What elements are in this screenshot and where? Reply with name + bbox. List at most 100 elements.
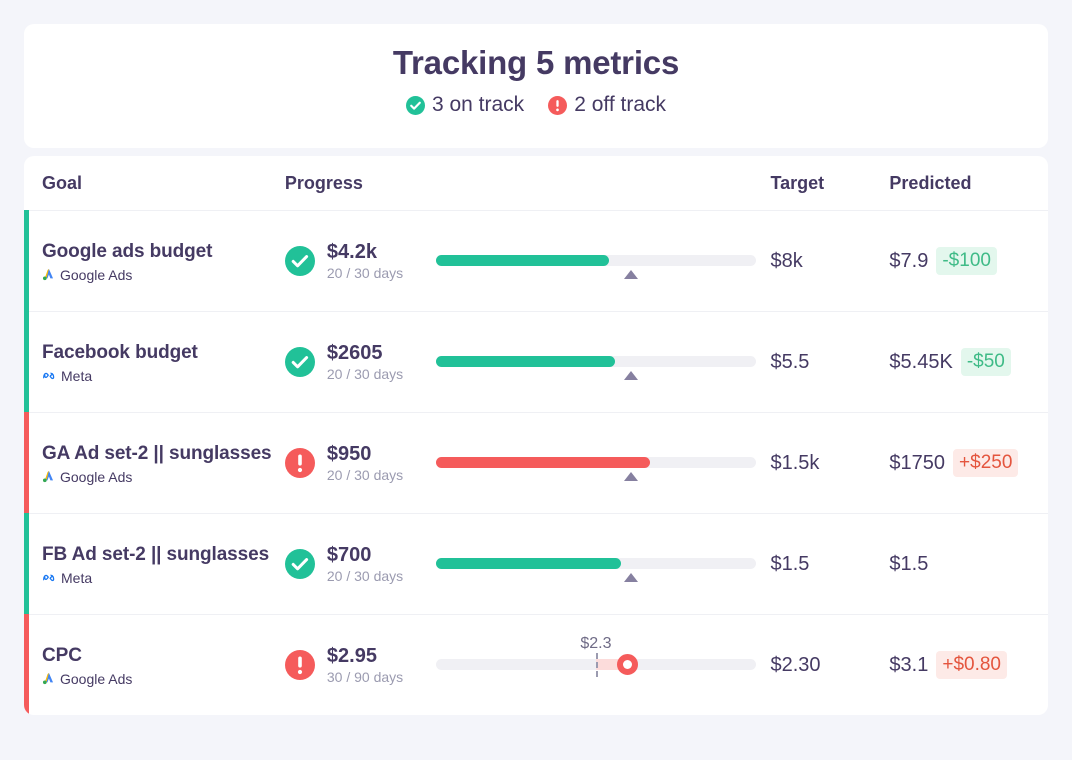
progress-fill: [435, 457, 651, 468]
threshold-label: $2.3: [580, 635, 612, 652]
progress-cell: $950 20 / 30 days: [284, 443, 771, 484]
goal-source-label: Google Ads: [60, 267, 133, 283]
predicted-cell: $1750 +$250: [889, 449, 1048, 477]
predicted-cell: $3.1 +$0.80: [889, 651, 1048, 679]
goal-name[interactable]: Facebook budget: [42, 340, 275, 365]
predicted-value: $7.9: [889, 249, 929, 272]
amount-block: $950 20 / 30 days: [327, 443, 427, 484]
predicted-value: $5.45K: [889, 350, 953, 373]
meta-icon: [42, 368, 57, 384]
google-ads-icon: [42, 267, 56, 284]
amount-block: $4.2k 20 / 30 days: [327, 241, 427, 282]
current-amount: $2605: [326, 341, 383, 364]
progress-bar[interactable]: $2.3: [435, 635, 771, 685]
goal-cell: FB Ad set-2 || sunglasses Meta: [42, 542, 285, 586]
off-track-chip: 2 off track: [548, 93, 666, 117]
predicted-cell: $1.5: [889, 553, 1048, 576]
on-track-label: 3 on track: [431, 93, 525, 116]
predicted-value: $3.1: [889, 653, 929, 676]
table-header-row: Goal Progress Target Predicted: [24, 156, 1048, 210]
progress-cell: $2605 20 / 30 days: [284, 342, 771, 383]
current-amount: $950: [326, 442, 372, 465]
goal-cell: GA Ad set-2 || sunglasses Google Ads: [42, 441, 285, 486]
summary-status-row: 3 on track 2 off track: [24, 93, 1048, 117]
progress-bar[interactable]: [435, 544, 771, 584]
delta-badge: -$100: [936, 247, 997, 275]
progress-fill: [435, 558, 622, 569]
check-circle-icon: [405, 95, 425, 115]
table-row[interactable]: GA Ad set-2 || sunglasses Google Ads $950 2…: [24, 412, 1048, 513]
progress-fill: [435, 356, 616, 367]
progress-target-marker: [624, 270, 639, 279]
check-circle-icon: [284, 246, 315, 276]
dashboard-page: Tracking 5 metrics 3 on track 2 off trac…: [0, 0, 1072, 760]
column-header-progress: Progress: [284, 172, 363, 193]
days-elapsed: 20 / 30 days: [326, 567, 404, 584]
amount-block: $2605 20 / 30 days: [327, 342, 427, 383]
days-elapsed: 20 / 30 days: [326, 466, 404, 483]
progress-bar[interactable]: [435, 342, 771, 382]
target-value: $2.30: [770, 653, 821, 676]
row-status-accent: [24, 311, 29, 412]
goal-name[interactable]: GA Ad set-2 || sunglasses: [42, 441, 275, 466]
progress-bar[interactable]: [435, 443, 771, 483]
days-elapsed: 30 / 90 days: [326, 668, 404, 685]
progress-fill: [435, 255, 609, 266]
delta-badge: -$50: [960, 348, 1011, 376]
goal-name[interactable]: CPC: [42, 643, 275, 668]
alert-circle-icon: [284, 650, 315, 680]
goal-name[interactable]: FB Ad set-2 || sunglasses: [42, 542, 275, 567]
target-value: $1.5: [770, 552, 810, 575]
check-circle-icon: [284, 347, 315, 377]
goal-source: Meta: [42, 570, 275, 586]
metrics-table: Goal Progress Target Predicted Google ad…: [24, 156, 1048, 715]
progress-cell: $700 20 / 30 days: [284, 544, 771, 585]
table-row[interactable]: Google ads budget Google Ads $4.2k 20 / 30 …: [24, 210, 1048, 311]
amount-block: $2.95 30 / 90 days: [327, 645, 427, 686]
on-track-chip: 3 on track: [405, 93, 525, 117]
progress-target-marker: [624, 573, 639, 582]
goal-source-label: Meta: [61, 570, 93, 586]
goal-source: Google Ads: [42, 671, 275, 688]
goal-cell: CPC Google Ads: [42, 643, 285, 688]
off-track-label: 2 off track: [574, 93, 667, 116]
page-title: Tracking 5 metrics: [392, 44, 680, 81]
target-value: $5.5: [770, 350, 810, 373]
progress-dot-marker[interactable]: [617, 654, 639, 675]
progress-target-marker: [624, 371, 639, 380]
goal-source: Google Ads: [42, 267, 275, 284]
summary-card: Tracking 5 metrics 3 on track 2 off trac…: [24, 24, 1048, 148]
goal-source: Meta: [42, 368, 275, 384]
goal-source-label: Google Ads: [60, 469, 133, 485]
delta-badge: +$250: [953, 449, 1019, 477]
table-row[interactable]: CPC Google Ads $2.95 30 / 90 days $2.3 $2.30 $…: [24, 614, 1048, 715]
predicted-cell: $7.9 -$100: [889, 247, 1048, 275]
goal-name[interactable]: Google ads budget: [42, 239, 275, 264]
check-circle-icon: [284, 549, 315, 579]
threshold-line: [595, 653, 598, 677]
current-amount: $2.95: [326, 644, 377, 667]
predicted-value: $1.5: [889, 552, 929, 575]
table-row[interactable]: FB Ad set-2 || sunglasses Meta $700 20 / 30…: [24, 513, 1048, 614]
predicted-cell: $5.45K -$50: [889, 348, 1048, 376]
google-ads-icon: [42, 469, 56, 486]
current-amount: $700: [326, 543, 372, 566]
goal-cell: Google ads budget Google Ads: [42, 239, 285, 284]
days-elapsed: 20 / 30 days: [326, 264, 404, 281]
google-ads-icon: [42, 671, 56, 688]
alert-circle-icon: [548, 95, 568, 115]
progress-target-marker: [624, 472, 639, 481]
goal-source: Google Ads: [42, 469, 275, 486]
amount-block: $700 20 / 30 days: [327, 544, 427, 585]
column-header-target: Target: [770, 172, 825, 193]
row-status-accent: [24, 210, 29, 311]
progress-cell: $4.2k 20 / 30 days: [284, 241, 771, 282]
table-row[interactable]: Facebook budget Meta $2605 20 / 30 days $5.5…: [24, 311, 1048, 412]
row-status-accent: [24, 513, 29, 614]
row-status-accent: [24, 614, 29, 715]
progress-bar[interactable]: [435, 241, 771, 281]
column-header-goal: Goal: [42, 172, 83, 193]
days-elapsed: 20 / 30 days: [326, 365, 404, 382]
row-status-accent: [24, 412, 29, 513]
progress-cell: $2.95 30 / 90 days $2.3: [284, 635, 771, 686]
